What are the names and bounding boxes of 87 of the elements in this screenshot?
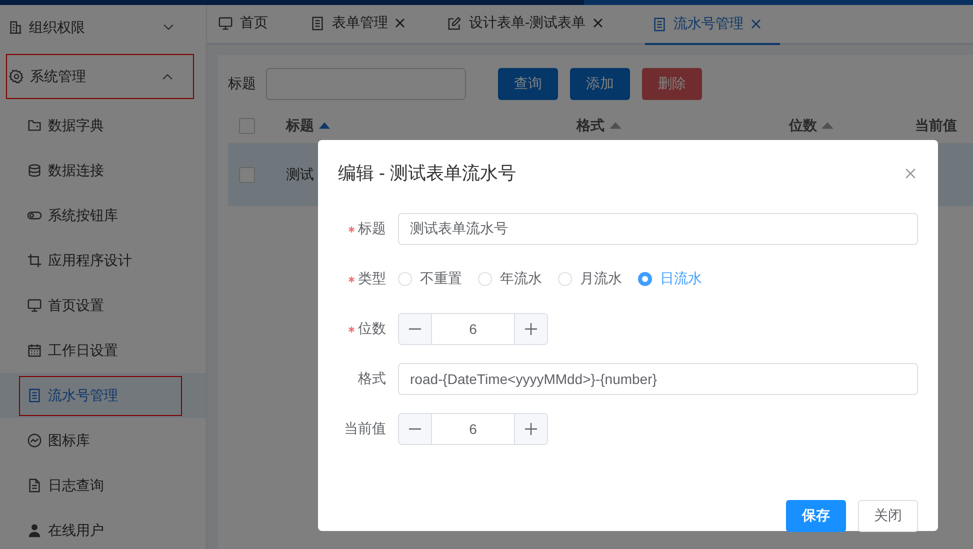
user-icon (27, 523, 42, 538)
menu-item[interactable]: 流水号管理 (0, 373, 206, 418)
radio-label[interactable]: 不重置 (420, 270, 462, 288)
radio-label[interactable]: 月流水 (580, 270, 622, 288)
radio-label[interactable]: 年流水 (500, 270, 542, 288)
menu-item[interactable]: 数据连接 (0, 148, 206, 193)
document-icon (27, 388, 42, 403)
menu-label: 组织权限 (29, 18, 86, 36)
file-icon (27, 478, 42, 493)
search-field[interactable] (266, 68, 466, 100)
column-header[interactable]: 位数 (788, 116, 817, 134)
document-icon (652, 16, 667, 32)
toolbar-button[interactable]: 添加 (570, 68, 630, 100)
close-button[interactable]: 关闭 (858, 500, 918, 532)
menu-item[interactable]: 工作日设置 (0, 328, 206, 373)
tab[interactable]: 首页 (218, 5, 287, 43)
menu-label: 数据字典 (48, 116, 104, 134)
building-icon (8, 20, 23, 35)
number-field[interactable]: 6 (398, 313, 548, 345)
table-cell: 测试 (286, 166, 314, 182)
chevron-up-icon (162, 73, 173, 80)
tab-label: 流水号管理 (674, 15, 744, 33)
field-label: 标题 (358, 220, 386, 238)
menu-item[interactable]: 系统按钮库 (0, 193, 206, 238)
toolbar-button[interactable]: 删除 (642, 68, 702, 100)
menu-item[interactable]: 应用程序设计 (0, 238, 206, 283)
tab-label: 设计表单-测试表单 (469, 14, 586, 32)
menu-item[interactable]: 数据字典 (0, 103, 206, 148)
menu-label: 日志查询 (48, 476, 104, 494)
menu-label: 在线用户 (48, 522, 104, 540)
menu-group[interactable]: 系统管理 (6, 54, 194, 99)
menu-label: 工作日设置 (48, 342, 118, 360)
tab[interactable]: 设计表单-测试表单 (447, 5, 622, 43)
database-icon (27, 163, 42, 178)
crop-icon (27, 253, 42, 268)
field-label: 当前值 (344, 420, 386, 438)
field-label: 位数 (358, 320, 386, 338)
monitor-icon (27, 298, 42, 313)
menu-group[interactable]: 组织权限 (0, 5, 194, 50)
dialog-title: 编辑 - 测试表单流水号 (338, 162, 516, 185)
edit-icon (447, 16, 462, 30)
checkbox[interactable] (239, 118, 255, 134)
decrement-button[interactable] (399, 314, 432, 344)
text-field[interactable]: 测试表单流水号 (398, 213, 918, 245)
menu-label: 应用程序设计 (48, 252, 132, 270)
plus-icon (525, 423, 537, 435)
column-header[interactable]: 当前值 (914, 116, 957, 134)
close-icon (592, 18, 603, 28)
tab-label: 表单管理 (332, 14, 388, 32)
close-icon (395, 18, 405, 28)
text-field[interactable]: road-{DateTime<yyyyMMdd>}-{number} (398, 363, 918, 395)
calendar-icon (27, 343, 42, 358)
menu-item[interactable]: 图标库 (0, 418, 206, 463)
save-button[interactable]: 保存 (786, 500, 846, 532)
tab[interactable]: 表单管理 (310, 5, 424, 43)
search-label: 标题 (228, 75, 256, 93)
field-label: 格式 (358, 370, 386, 388)
tab[interactable]: 流水号管理 (644, 5, 780, 45)
folder-icon (27, 118, 42, 133)
radio-button[interactable] (638, 272, 652, 286)
document-icon (310, 16, 325, 30)
close-icon (750, 19, 761, 29)
menu-item[interactable]: 首页设置 (0, 283, 206, 328)
menu-item[interactable]: 日志查询 (0, 463, 206, 508)
menu-label: 系统管理 (30, 68, 87, 86)
checkbox[interactable] (239, 166, 255, 182)
plus-icon (525, 323, 537, 335)
column-header[interactable]: 格式 (576, 116, 605, 134)
chevron-down-icon (163, 24, 174, 31)
settings-icon (9, 69, 24, 84)
tab-label: 首页 (240, 14, 268, 32)
toolbar-button[interactable]: 查询 (498, 68, 558, 100)
number-field[interactable]: 6 (398, 413, 548, 445)
menu-label: 流水号管理 (48, 386, 118, 404)
field-label: 类型 (358, 270, 386, 288)
menu-item[interactable]: 在线用户 (0, 508, 206, 549)
menu-label: 图标库 (48, 432, 90, 450)
increment-button[interactable] (514, 314, 547, 344)
menu-label: 系统按钮库 (48, 206, 118, 224)
close-icon[interactable] (905, 168, 916, 178)
increment-button[interactable] (514, 414, 547, 444)
monitor-icon (218, 16, 233, 30)
decrement-button[interactable] (399, 414, 432, 444)
column-header[interactable]: 标题 (286, 116, 314, 134)
menu-label: 数据连接 (48, 162, 104, 180)
menu-label: 首页设置 (48, 296, 104, 314)
radio-label[interactable]: 日流水 (660, 270, 702, 288)
